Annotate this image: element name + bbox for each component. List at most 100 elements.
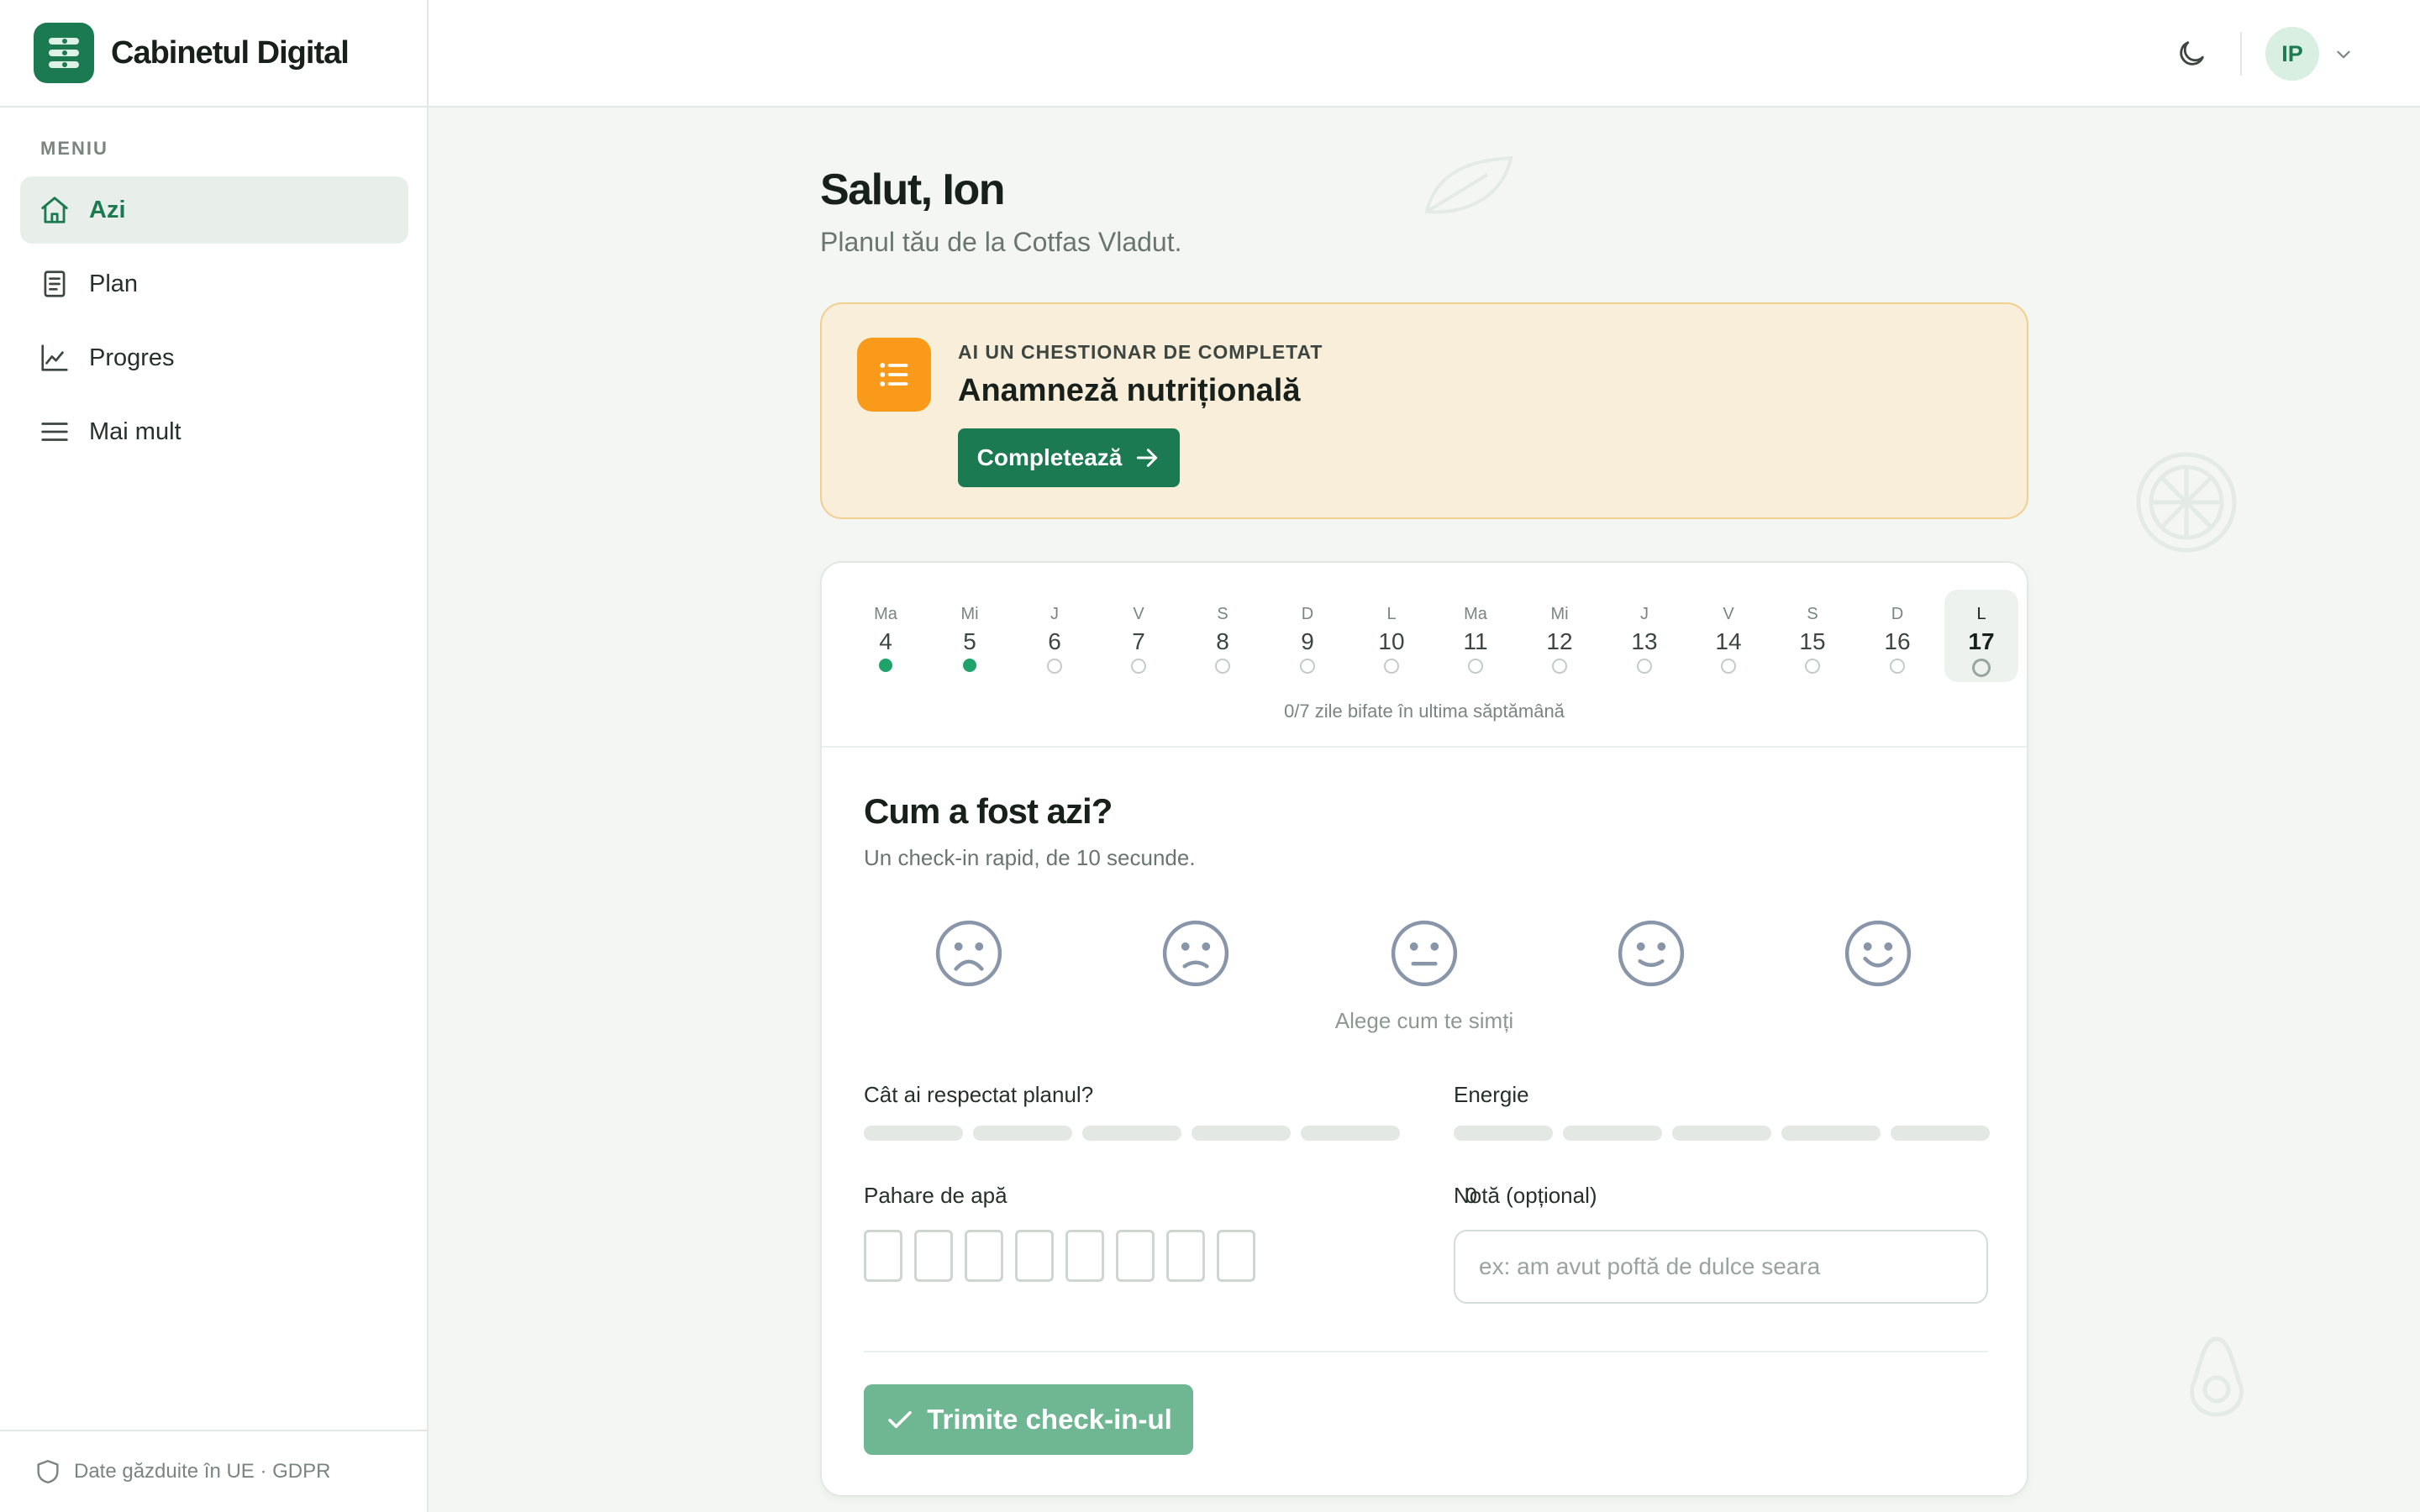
neutral-face-icon[interactable] bbox=[1390, 919, 1459, 988]
day-name: D bbox=[1301, 605, 1314, 623]
day-empty-dot bbox=[1047, 659, 1062, 674]
complete-questionnaire-button[interactable]: Completează bbox=[958, 428, 1180, 487]
plan-adherence-segment[interactable] bbox=[864, 1126, 963, 1141]
water-glass[interactable] bbox=[1166, 1230, 1205, 1282]
submit-checkin-button[interactable]: Trimite check-in-ul bbox=[864, 1384, 1193, 1455]
energy-segment[interactable] bbox=[1891, 1126, 1990, 1141]
day-item[interactable]: J6 bbox=[1018, 590, 1092, 682]
day-empty-dot bbox=[1721, 659, 1736, 674]
energy-label: Energie bbox=[1454, 1082, 1529, 1107]
sidebar-item-azi[interactable]: Azi bbox=[20, 176, 408, 244]
day-name: Ma bbox=[874, 605, 897, 623]
note-input[interactable] bbox=[1454, 1230, 1988, 1304]
day-number: 16 bbox=[1884, 628, 1911, 654]
moon-icon[interactable] bbox=[2175, 37, 2208, 71]
day-number: 5 bbox=[963, 628, 976, 654]
sidebar-item-label: Progres bbox=[89, 344, 175, 371]
day-empty-dot bbox=[1972, 659, 1991, 677]
day-item[interactable]: V7 bbox=[1102, 590, 1176, 682]
plan-adherence-segment[interactable] bbox=[1192, 1126, 1291, 1141]
day-number: 4 bbox=[879, 628, 892, 654]
very-happy-face-icon[interactable] bbox=[1844, 919, 1912, 988]
day-item[interactable]: D9 bbox=[1270, 590, 1344, 682]
sidebar-item-label: Mai mult bbox=[89, 417, 182, 445]
day-name: S bbox=[1217, 605, 1228, 623]
energy-segment[interactable] bbox=[1454, 1126, 1553, 1141]
plan-adherence-segment[interactable] bbox=[1082, 1126, 1181, 1141]
submit-button-label: Trimite check-in-ul bbox=[927, 1404, 1172, 1435]
divider bbox=[864, 1351, 1988, 1352]
day-name: V bbox=[1133, 605, 1144, 623]
day-done-dot bbox=[963, 659, 976, 672]
day-empty-dot bbox=[1637, 659, 1652, 674]
sidebar-item-mai-mult[interactable]: Mai mult bbox=[20, 398, 408, 465]
mood-hint: Alege cum te simți bbox=[1334, 1008, 1514, 1033]
water-glass[interactable] bbox=[1217, 1230, 1255, 1282]
water-label: Pahare de apă bbox=[864, 1183, 1007, 1208]
day-number: 12 bbox=[1546, 628, 1573, 654]
day-item[interactable]: Ma 4 bbox=[849, 590, 923, 682]
day-item[interactable]: S8 bbox=[1186, 590, 1260, 682]
sad-face-icon[interactable] bbox=[1161, 919, 1230, 988]
banner-kicker: AI UN CHESTIONAR DE COMPLETAT bbox=[958, 341, 1323, 363]
plan-adherence-label: Cât ai respectat planul? bbox=[864, 1082, 1094, 1107]
day-number: 10 bbox=[1378, 628, 1405, 654]
banner-title: Anamneză nutrițională bbox=[958, 373, 1301, 408]
day-item[interactable]: V 14 bbox=[1691, 590, 1765, 682]
menu-icon bbox=[41, 423, 68, 441]
day-item[interactable]: L 10 bbox=[1355, 590, 1428, 682]
plan-adherence-segment[interactable] bbox=[973, 1126, 1072, 1141]
note-label: Notă (opțional) bbox=[1454, 1183, 1597, 1208]
sidebar-item-plan[interactable]: Plan bbox=[20, 250, 408, 318]
complete-button-label: Completează bbox=[976, 444, 1123, 470]
questionnaire-banner: AI UN CHESTIONAR DE COMPLETAT Anamneză n… bbox=[820, 302, 2028, 519]
day-empty-dot bbox=[1552, 659, 1567, 674]
day-item[interactable]: J 13 bbox=[1607, 590, 1681, 682]
water-glass[interactable] bbox=[965, 1230, 1003, 1282]
shield-icon bbox=[37, 1460, 59, 1483]
list-icon bbox=[857, 338, 931, 412]
water-glass[interactable] bbox=[864, 1230, 902, 1282]
day-name: J bbox=[1640, 605, 1649, 623]
day-empty-dot bbox=[1131, 659, 1146, 674]
water-glass[interactable] bbox=[1015, 1230, 1054, 1282]
day-number: 17 bbox=[1968, 628, 1995, 654]
day-empty-dot bbox=[1384, 659, 1399, 674]
water-glass[interactable] bbox=[1116, 1230, 1155, 1282]
chart-icon bbox=[41, 344, 68, 371]
sidebar-item-progres[interactable]: Progres bbox=[20, 324, 408, 391]
very-sad-face-icon[interactable] bbox=[934, 919, 1003, 988]
day-item[interactable]: S 15 bbox=[1776, 590, 1849, 682]
sidebar-item-label: Azi bbox=[89, 196, 126, 223]
energy-segment[interactable] bbox=[1563, 1126, 1662, 1141]
day-number: 11 bbox=[1463, 628, 1488, 654]
day-name: D bbox=[1891, 605, 1904, 623]
day-strip: Ma 4 Mi 5 J 6 V 7 S 8 D 9 L 10 Ma 11 Mi 12 J 13 V 14 S 15 D 16 L 17 bbox=[849, 590, 2018, 682]
brand[interactable]: Cabinetul Digital bbox=[0, 0, 427, 108]
happy-face-icon[interactable] bbox=[1617, 919, 1686, 988]
sidebar: Cabinetul Digital MENIU Azi Plan Progres… bbox=[0, 0, 429, 1512]
day-item[interactable]: Mi 5 bbox=[933, 590, 1007, 682]
day-number: 6 bbox=[1048, 628, 1061, 654]
day-number: 7 bbox=[1132, 628, 1145, 654]
avocado-decoration-icon bbox=[2190, 1336, 2244, 1417]
day-item[interactable]: Mi 12 bbox=[1523, 590, 1597, 682]
day-empty-dot bbox=[1805, 659, 1820, 674]
chevron-down-icon[interactable] bbox=[2333, 44, 2354, 66]
water-glass[interactable] bbox=[914, 1230, 953, 1282]
day-item[interactable]: Ma 11 bbox=[1439, 590, 1512, 682]
energy-segment[interactable] bbox=[1781, 1126, 1881, 1141]
day-name: V bbox=[1723, 605, 1734, 623]
day-empty-dot bbox=[1890, 659, 1905, 674]
checkin-subtitle: Un check-in rapid, de 10 secunde. bbox=[864, 845, 1196, 870]
checkin-title: Cum a fost azi? bbox=[864, 791, 1113, 831]
plan-adherence-segment[interactable] bbox=[1301, 1126, 1400, 1141]
avatar[interactable]: IP bbox=[2265, 27, 2319, 81]
energy-segment[interactable] bbox=[1672, 1126, 1771, 1141]
water-glass[interactable] bbox=[1065, 1230, 1104, 1282]
day-name: Mi bbox=[1550, 605, 1569, 623]
day-item[interactable]: D 16 bbox=[1860, 590, 1934, 682]
sidebar-item-label: Plan bbox=[89, 270, 139, 297]
day-item[interactable]: L 17 bbox=[1944, 590, 2018, 682]
day-name: Mi bbox=[960, 605, 979, 623]
